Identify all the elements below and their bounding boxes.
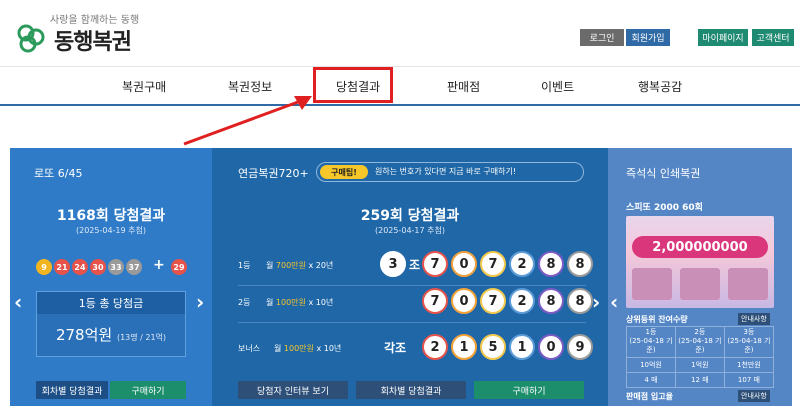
store-guide-button[interactable]: 안내사항 (738, 390, 770, 402)
pension-group-ball: 3 (380, 251, 406, 277)
instant-panel: 즉석식 인쇄복권 스피또 2000 60회 2,000000000 상위등위 잔… (608, 148, 792, 406)
lotto-ball: 24 (72, 259, 88, 275)
pension-digit-ball: 2 (509, 251, 535, 277)
pension-digit-ball: 8 (567, 288, 593, 314)
instant-prev-chevron-icon[interactable]: ‹ (610, 290, 618, 314)
lotto-ball: 30 (90, 259, 106, 275)
pension-digit-ball: 0 (451, 288, 477, 314)
logo-text: 동행복권 (54, 30, 132, 55)
prize-label: 1등 총 당첨금 (37, 292, 185, 314)
next-chevron-icon[interactable]: › (196, 290, 204, 314)
remain-prize-cell: 10억원 (626, 356, 676, 373)
remain-count-cell: 12 매 (674, 371, 725, 389)
remain-rank-cell: 3등 (25-04-18 기준) (723, 326, 775, 358)
remain-table: 1등 (25-04-18 기준) 2등 (25-04-18 기준) 3등 (25-04-1… (626, 326, 775, 389)
pension-digit-ball: 7 (480, 251, 506, 277)
pension-digit-ball: 0 (538, 334, 564, 360)
row-divider (238, 285, 586, 286)
site-header: 사랑을 함께하는 동행 동행복권 로그인 회원가입 마이페이지 고객센터 (0, 0, 800, 66)
buy-tip-pill[interactable]: 구매팁! 원하는 번호가 있다면 지금 바로 구매하기! (316, 162, 584, 182)
instant-ticket-title: 스피또 2000 60회 (626, 203, 703, 213)
remain-prize-cell: 1천만원 (723, 356, 775, 373)
buy-tip-tag: 구매팁! (320, 165, 368, 179)
ticket-banner: 2,000000000 (632, 236, 768, 258)
pension-digit-ball: 2 (422, 334, 448, 360)
lotto-title: 로또 6/45 (34, 167, 83, 180)
lotto-ball: 33 (108, 259, 124, 275)
pension-buy-button[interactable]: 구매하기 (474, 381, 584, 399)
row-divider (238, 322, 586, 323)
prize-amount: 278억원 (13명 / 21억) (55, 326, 167, 344)
signup-button[interactable]: 회원가입 (626, 29, 670, 46)
remain-rank-cell: 2등 (25-04-18 기준) (674, 326, 725, 358)
lotto-ball: 9 (36, 259, 52, 275)
remain-rank-cell: 1등 (25-04-18 기준) (626, 326, 676, 358)
mypage-button[interactable]: 마이페이지 (698, 29, 748, 46)
lotto-history-button[interactable]: 회차별 당첨결과 (36, 381, 108, 399)
lotto-buy-button[interactable]: 구매하기 (110, 381, 186, 399)
nav-item-events[interactable]: 이벤트 (541, 78, 574, 95)
main-nav: 복권구매 복권정보 당첨결과 판매점 이벤트 행복공감 (0, 66, 800, 106)
pension-round: 259회 당첨결과 (360, 208, 460, 224)
pension-digit-ball: 0 (451, 251, 477, 277)
remain-count-cell: 4 매 (626, 371, 676, 389)
remain-count-cell: 107 매 (723, 371, 775, 389)
pension-group-suffix: 각조 (384, 341, 407, 355)
prev-chevron-icon[interactable]: ‹ (14, 290, 22, 314)
nav-item-buy[interactable]: 복권구매 (122, 78, 166, 95)
lotto-round: 1168회 당첨결과 (56, 208, 166, 224)
lotto-panel: 로또 6/45 1168회 당첨결과 (2025-04-19 추첨) 9 21 24… (10, 148, 212, 406)
buy-tip-text: 원하는 번호가 있다면 지금 바로 구매하기! (375, 167, 517, 176)
results-highlight-box (313, 67, 393, 103)
lotto-ball: 37 (126, 259, 142, 275)
prize-note: (13명 / 21억) (116, 333, 167, 342)
clover-logo-icon (17, 24, 45, 53)
lotto-bonus-ball: 29 (171, 259, 187, 275)
pension-rank-desc: 월 700만원 x 20년 (266, 261, 334, 270)
pension-digit-ball: 1 (451, 334, 477, 360)
remain-guide-button[interactable]: 안내사항 (738, 313, 770, 325)
store-label: 판매점 입고율 (626, 392, 673, 401)
pension-digit-ball: 9 (567, 334, 593, 360)
pension-title: 연금복권720+ (238, 167, 309, 180)
nav-item-stores[interactable]: 판매점 (447, 78, 480, 95)
pension-rank-desc: 월 100만원 x 10년 (266, 298, 334, 307)
lotto-ball: 21 (54, 259, 70, 275)
results-panels: 로또 6/45 1168회 당첨결과 (2025-04-19 추첨) 9 21 24… (10, 148, 792, 406)
pension-group-suffix: 조 (409, 258, 421, 272)
pension-panel: 연금복권720+ 구매팁! 원하는 번호가 있다면 지금 바로 구매하기! 25… (212, 148, 608, 406)
pension-digit-ball: 8 (538, 251, 564, 277)
pension-next-chevron-icon[interactable]: › (592, 290, 600, 314)
pension-digit-ball: 2 (509, 288, 535, 314)
ticket-scratch-area (632, 268, 768, 304)
pension-digit-ball: 7 (422, 251, 448, 277)
remain-label: 상위등위 잔여수량 (626, 315, 688, 324)
winner-interview-button[interactable]: 당첨자 인터뷰 보기 (238, 381, 348, 399)
instant-title: 즉석식 인쇄복권 (626, 167, 701, 180)
pension-digit-ball: 8 (567, 251, 593, 277)
speetto-ticket-image[interactable]: 2,000000000 (626, 216, 774, 308)
nav-item-happy[interactable]: 행복공감 (638, 78, 682, 95)
customer-center-button[interactable]: 고객센터 (752, 29, 794, 46)
annotation-arrow-icon (183, 96, 312, 146)
pension-rank-desc: 월 100만원 x 10년 (274, 344, 342, 353)
pension-rank: 1등 (238, 261, 251, 270)
pension-digit-ball: 8 (538, 288, 564, 314)
bonus-plus: + (153, 257, 165, 273)
pension-digit-ball: 7 (480, 288, 506, 314)
lotto-prize-box: 1등 총 당첨금 278억원 (13명 / 21억) (36, 291, 186, 357)
pension-digit-ball: 7 (422, 288, 448, 314)
pension-digit-ball: 1 (509, 334, 535, 360)
pension-rank: 보너스 (238, 344, 261, 353)
lotto-date: (2025-04-19 추첨) (76, 226, 146, 235)
pension-date: (2025-04-17 추첨) (375, 226, 445, 235)
pension-digit-ball: 5 (480, 334, 506, 360)
pension-rank: 2등 (238, 298, 251, 307)
remain-prize-cell: 1억원 (674, 356, 725, 373)
pension-history-button[interactable]: 회차별 당첨결과 (356, 381, 466, 399)
login-button[interactable]: 로그인 (580, 29, 624, 46)
